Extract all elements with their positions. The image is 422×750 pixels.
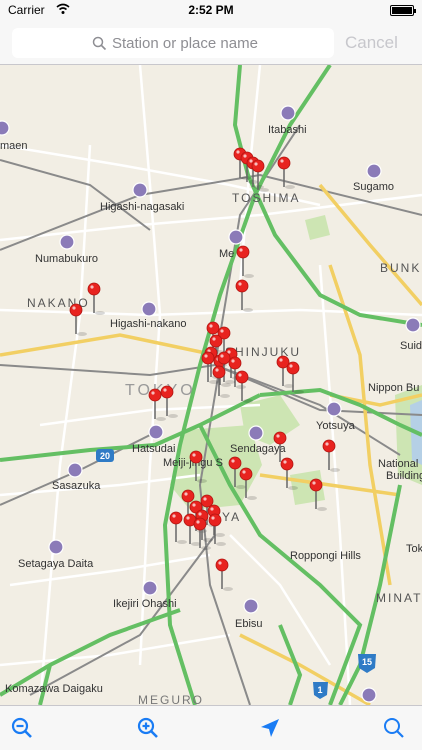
- label-komazawa-daigaku: Komazawa Daigaku: [5, 683, 103, 695]
- station-icon: [48, 539, 64, 555]
- label-higashi-nagasaki: Higashi-nagasaki: [100, 201, 184, 213]
- label-yotsuya: Yotsuya: [316, 420, 356, 432]
- station-icon: [326, 401, 342, 417]
- zoom-out-icon[interactable]: [10, 716, 34, 740]
- search-bar: Cancel: [0, 20, 422, 65]
- search-icon: [92, 36, 107, 51]
- station-icon: [405, 317, 421, 333]
- label-higashi-nakano: Higashi-nakano: [110, 318, 186, 330]
- zoom-in-icon[interactable]: [136, 716, 160, 740]
- station-icon: [141, 301, 157, 317]
- label-meguro: MEGURO: [138, 693, 204, 705]
- station-icon: [361, 687, 377, 703]
- station-icon: [59, 234, 75, 250]
- label-roppongi-hills: Roppongi Hills: [290, 550, 361, 562]
- label-itabashi: Itabashi: [268, 124, 307, 136]
- route-15-label: 15: [362, 657, 372, 667]
- label-bunkyo: BUNK: [380, 261, 421, 275]
- station-icon: [366, 163, 382, 179]
- label-sendagaya: Sendagaya: [230, 443, 287, 455]
- station-icon: [248, 425, 264, 441]
- label-tok: Tok: [406, 543, 422, 555]
- label-suido: Suid: [400, 340, 422, 352]
- label-toshima: TOSHIMA: [232, 191, 300, 205]
- cancel-button[interactable]: Cancel: [345, 33, 398, 53]
- search-input[interactable]: [112, 28, 322, 58]
- station-icon: [0, 120, 10, 136]
- status-bar: Carrier 2:52 PM: [0, 0, 422, 20]
- location-arrow-icon[interactable]: [258, 716, 282, 740]
- bottom-toolbar: [0, 705, 422, 750]
- label-mejiro: Me: [219, 248, 234, 260]
- search-field[interactable]: [12, 28, 334, 58]
- map-view[interactable]: maen Itabashi TOSHIMA Sugamo Higashi-nag…: [0, 65, 422, 705]
- label-national-diet: National Die: [378, 458, 422, 470]
- label-hatsudai: Hatsudai: [132, 443, 175, 455]
- label-ebisu: Ebisu: [235, 618, 263, 630]
- station-icon: [228, 229, 244, 245]
- label-numabukuro: Numabukuro: [35, 253, 98, 265]
- route-1-label: 1: [317, 685, 322, 695]
- station-icon: [243, 598, 259, 614]
- station-icon: [142, 580, 158, 596]
- label-ya: YA: [222, 510, 241, 524]
- label-setagaya-daita: Setagaya Daita: [18, 558, 94, 570]
- station-icon: [148, 424, 164, 440]
- search-icon[interactable]: [382, 716, 406, 740]
- label-sasazuka: Sasazuka: [52, 480, 101, 492]
- label-ikejiri-ohashi: Ikejiri Ohashi: [113, 598, 177, 610]
- route-20-label: 20: [100, 451, 110, 461]
- label-nippon-bu: Nippon Bu: [368, 382, 419, 394]
- station-icon: [67, 462, 83, 478]
- label-minato: MINATO: [376, 591, 422, 605]
- status-time: 2:52 PM: [188, 3, 234, 17]
- label-sugamo: Sugamo: [353, 181, 394, 193]
- label-building: Building: [386, 470, 422, 482]
- station-icon: [280, 105, 296, 121]
- station-icon: [132, 182, 148, 198]
- battery-icon: [390, 5, 416, 16]
- label-maen: maen: [0, 140, 28, 152]
